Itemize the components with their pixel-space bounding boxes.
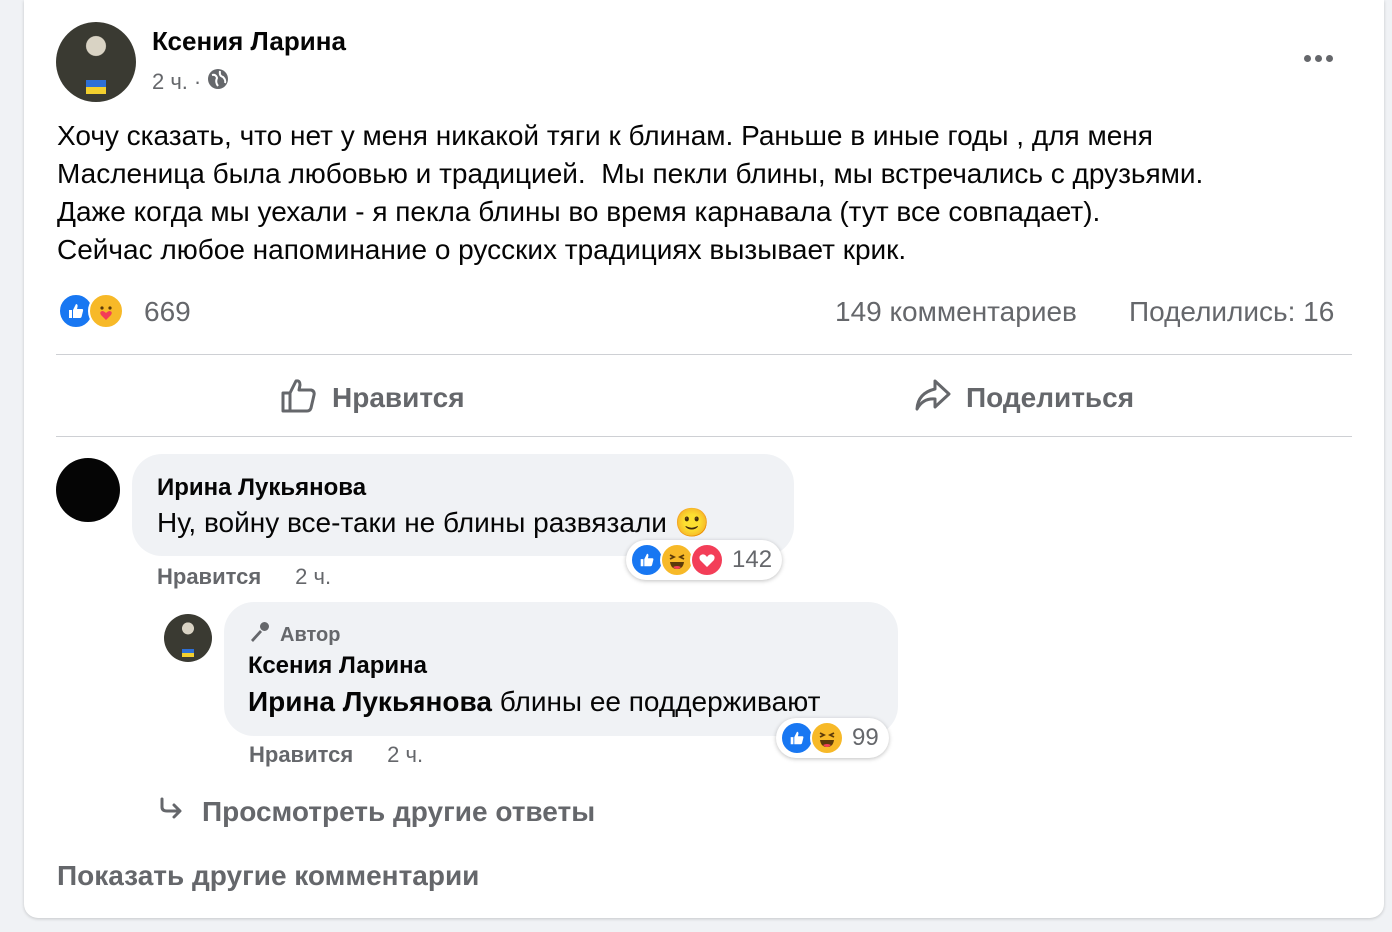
show-more-comments[interactable]: Показать другие комментарии	[57, 860, 479, 892]
care-icon	[88, 293, 124, 329]
comment-text-body: Ну, войну все-таки не блины развязали	[157, 507, 667, 538]
comment-text: Ну, войну все-таки не блины развязали 🙂	[157, 506, 710, 539]
reply-text: Ирина Лукьянова блины ее поддерживают	[248, 686, 820, 718]
post-text-line: Масленица была любовью и традицией. Мы п…	[57, 158, 1204, 189]
shares-count[interactable]: Поделились: 16	[1129, 296, 1334, 328]
author-avatar[interactable]	[56, 22, 136, 102]
haha-icon	[810, 721, 844, 755]
dot-icon	[1314, 54, 1322, 62]
reply-meta: Нравится 2 ч.	[249, 742, 423, 768]
post-text: Хочу сказать, что нет у меня никакой тяг…	[57, 117, 1357, 269]
share-button[interactable]: Поделиться	[914, 372, 1134, 424]
microphone-icon	[248, 620, 272, 650]
comment-time[interactable]: 2 ч.	[295, 564, 331, 590]
reply-reaction-count: 99	[852, 724, 879, 751]
post-text-line: Хочу сказать, что нет у меня никакой тяг…	[57, 120, 1153, 151]
comment-like-button[interactable]: Нравится	[157, 564, 261, 590]
reply-text-body: блины ее поддерживают	[491, 686, 821, 717]
reply-bubble: Автор Ксения Ларина Ирина Лукьянова блин…	[224, 602, 898, 736]
post-time[interactable]: 2 ч.	[152, 69, 188, 95]
author-badge: Автор	[248, 620, 340, 650]
like-icon	[630, 543, 664, 577]
haha-icon	[660, 543, 694, 577]
comment-reactions[interactable]: 142	[626, 540, 783, 580]
post-text-line: Даже когда мы уехали - я пекла блины во …	[57, 196, 1101, 227]
author-name[interactable]: Ксения Ларина	[152, 26, 346, 57]
divider	[56, 354, 1352, 355]
like-icon	[780, 721, 814, 755]
like-button[interactable]: Нравится	[280, 372, 465, 424]
reply-mention[interactable]: Ирина Лукьянова	[248, 686, 492, 717]
reply-author-avatar[interactable]	[164, 614, 212, 662]
share-icon	[914, 378, 952, 419]
share-label: Поделиться	[966, 382, 1135, 413]
commenter-avatar[interactable]	[56, 458, 120, 522]
comments-count[interactable]: 149 комментариев	[835, 296, 1077, 328]
reply-reactions[interactable]: 99	[776, 718, 889, 758]
globe-icon[interactable]	[207, 68, 229, 96]
divider	[56, 436, 1352, 437]
love-icon	[690, 543, 724, 577]
smile-emoji: 🙂	[674, 506, 710, 539]
reaction-count[interactable]: 669	[144, 296, 191, 328]
comment-meta: Нравится 2 ч.	[157, 564, 331, 590]
more-options-button[interactable]	[1294, 42, 1342, 74]
post-meta: 2 ч. ·	[152, 68, 229, 96]
reply-author-name[interactable]: Ксения Ларина	[248, 652, 427, 680]
dot-icon	[1303, 54, 1311, 62]
dot-icon	[1325, 54, 1333, 62]
commenter-name[interactable]: Ирина Лукьянова	[157, 474, 366, 502]
thumbs-up-icon	[280, 376, 318, 421]
comment-reaction-count: 142	[732, 546, 773, 573]
meta-separator: ·	[193, 69, 202, 94]
view-more-replies[interactable]: Просмотреть другие ответы	[158, 796, 595, 828]
like-label: Нравится	[332, 382, 465, 413]
view-more-replies-label: Просмотреть другие ответы	[202, 796, 596, 827]
post-reactions[interactable]	[58, 293, 124, 329]
author-badge-label: Автор	[280, 623, 341, 646]
reply-time[interactable]: 2 ч.	[387, 742, 423, 768]
reply-like-button[interactable]: Нравится	[249, 742, 353, 768]
post-text-line: Сейчас любое напоминание о русских тради…	[57, 234, 907, 265]
post-card: Ксения Ларина 2 ч. · Хочу сказать, что н…	[24, 0, 1384, 918]
reply-arrow-icon	[158, 796, 184, 828]
